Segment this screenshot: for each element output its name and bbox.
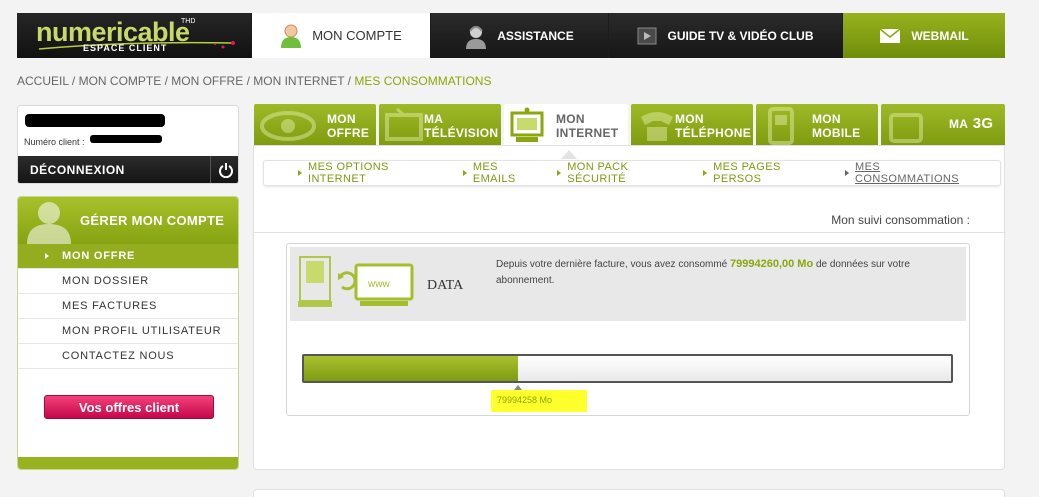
- service-tab-offre-l2: OFFRE: [327, 126, 370, 140]
- subnav-mes-options[interactable]: MES OPTIONS INTERNET: [298, 161, 449, 185]
- service-tab-mobile[interactable]: MON MOBILE: [756, 104, 878, 145]
- numericable-logo[interactable]: numericable THD ESPACE CLIENT: [17, 13, 251, 58]
- consumption-text-before: Depuis votre dernière facture, vous avez…: [496, 259, 730, 270]
- support-agent-icon: [466, 25, 487, 49]
- service-tab-internet[interactable]: MON INTERNET: [504, 104, 628, 146]
- eye-icon: [260, 111, 316, 141]
- subnav-mes-consommations[interactable]: MES CONSOMMATIONS: [845, 161, 986, 185]
- data-consumption-box: www DATA Depuis votre dernière facture, …: [286, 243, 970, 416]
- menu-item-mon-profil[interactable]: MON PROFIL UTILISATEUR: [18, 319, 238, 344]
- logo-thd: THD: [181, 18, 196, 25]
- disconnect-label: DÉCONNEXION: [30, 163, 125, 177]
- consumption-progress-fill: [304, 356, 518, 381]
- device-sync-web-icon: www: [298, 256, 414, 307]
- panel-footer: [18, 457, 238, 469]
- data-summary: www DATA Depuis votre dernière facture, …: [290, 247, 966, 321]
- main-content: MES OPTIONS INTERNET MES EMAILS MON PACK…: [253, 145, 1006, 470]
- consumption-amount: 79994260,00 Mo: [730, 258, 814, 270]
- user-icon: [281, 24, 302, 48]
- service-tab-telephone[interactable]: MON TÉLÉPHONE: [631, 104, 753, 145]
- service-tab-offre-l1: MON: [327, 112, 356, 126]
- data-label: DATA: [427, 278, 464, 293]
- tab-webmail[interactable]: WEBMAIL: [843, 13, 1005, 58]
- tab-guide-tv-label: GUIDE TV & VIDÉO CLUB: [667, 28, 814, 43]
- internet-subnav: MES OPTIONS INTERNET MES EMAILS MON PACK…: [263, 160, 1001, 186]
- top-navigation: numericable THD ESPACE CLIENT MON COMPTE…: [17, 13, 1005, 58]
- consumption-text: Depuis votre dernière facture, vous avez…: [496, 256, 956, 289]
- account-menu: MON OFFRE MON DOSSIER MES FACTURES MON P…: [18, 244, 238, 369]
- www-icon-text: www: [367, 279, 390, 290]
- service-tab-television-l1: MA: [424, 112, 444, 126]
- service-tab-telephone-l2: TÉLÉPHONE: [675, 126, 752, 140]
- tab-assistance[interactable]: ASSISTANCE: [431, 13, 608, 58]
- tab-webmail-label: WEBMAIL: [911, 28, 969, 43]
- menu-item-mon-offre[interactable]: MON OFFRE: [18, 244, 238, 269]
- breadcrumb-current: MES CONSOMMATIONS: [354, 74, 492, 88]
- service-tab-television[interactable]: MA TÉLÉVISION: [379, 104, 501, 145]
- envelope-icon: [879, 27, 901, 43]
- film-icon: [637, 27, 657, 44]
- service-tab-offre[interactable]: MON OFFRE: [254, 104, 376, 145]
- tab-assistance-label: ASSISTANCE: [497, 28, 574, 43]
- service-tab-internet-l2: INTERNET: [556, 126, 619, 140]
- service-tab-mobile-l1: MON: [812, 112, 841, 126]
- tab-mon-compte[interactable]: MON COMPTE: [252, 13, 430, 58]
- menu-item-mes-factures[interactable]: MES FACTURES: [18, 294, 238, 319]
- tab-guide-tv[interactable]: GUIDE TV & VIDÉO CLUB: [609, 13, 842, 58]
- subnav-mes-emails[interactable]: MES EMAILS: [463, 161, 543, 185]
- computer-icon: [510, 107, 544, 142]
- mobile-icon: [768, 107, 794, 145]
- redacted-customer-name: [25, 114, 165, 127]
- service-tab-3g[interactable]: MA 3G: [881, 104, 1005, 145]
- subnav-pack-securite[interactable]: MON PACK SÉCURITÉ: [557, 161, 689, 185]
- manage-account-panel: GÉRER MON COMPTE MON OFFRE MON DOSSIER M…: [17, 196, 239, 470]
- breadcrumb-trail[interactable]: ACCUEIL / MON COMPTE / MON OFFRE / MON I…: [17, 74, 354, 88]
- menu-item-contactez-nous[interactable]: CONTACTEZ NOUS: [18, 344, 238, 369]
- logo-subtitle: ESPACE CLIENT: [83, 43, 168, 53]
- subnav-notch: [561, 150, 577, 159]
- phone-icon: [641, 112, 673, 141]
- divider: [254, 232, 1006, 233]
- service-tab-telephone-l1: MON: [675, 112, 704, 126]
- service-tab-television-l2: TÉLÉVISION: [424, 126, 499, 140]
- client-number-label: Numéro client :: [24, 137, 85, 147]
- breadcrumb: ACCUEIL / MON COMPTE / MON OFFRE / MON I…: [17, 74, 491, 88]
- consumed-value: 79994258 Mo: [497, 395, 553, 405]
- service-tab-mobile-l2: MOBILE: [812, 126, 861, 140]
- account-box: Numéro client : DÉCONNEXION: [17, 105, 239, 184]
- service-tab-3g-l2: 3G: [972, 115, 994, 132]
- service-tab-internet-l1: MON: [556, 112, 585, 126]
- tab-mon-compte-label: MON COMPTE: [312, 28, 402, 43]
- manage-account-title: GÉRER MON COMPTE: [80, 213, 225, 228]
- consumption-heading: Mon suivi consommation :: [831, 213, 970, 227]
- offers-button[interactable]: Vos offres client: [44, 395, 214, 419]
- tv-icon: [385, 107, 423, 141]
- redacted-client-number: [90, 135, 162, 143]
- user-silhouette-icon: [27, 202, 71, 244]
- consumption-progress-bar: [302, 354, 953, 383]
- 3g-device-icon: [889, 113, 923, 143]
- disconnect-button[interactable]: DÉCONNEXION: [18, 156, 238, 183]
- manage-account-header: GÉRER MON COMPTE: [18, 197, 238, 244]
- menu-item-mon-dossier[interactable]: MON DOSSIER: [18, 269, 238, 294]
- service-tab-3g-l1: MA: [949, 117, 969, 131]
- power-icon[interactable]: [210, 156, 238, 183]
- subnav-pages-persos[interactable]: MES PAGES PERSOS: [703, 161, 831, 185]
- bottom-panel: [253, 489, 1005, 497]
